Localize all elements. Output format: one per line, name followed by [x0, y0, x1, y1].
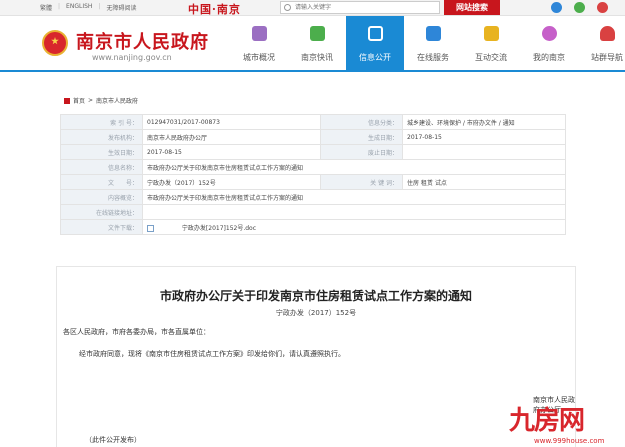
- document-pen-icon: [368, 26, 383, 41]
- nav-label: 城市概况: [243, 53, 275, 62]
- brand-china-nanjing: 中国·南京: [188, 3, 241, 16]
- effective-date-label: 生效日期：: [60, 144, 143, 160]
- table-row: 文件下载： 宁政办发[2017]152号.doc: [60, 219, 566, 235]
- breadcrumb-separator: >: [88, 97, 94, 104]
- nav-label: 站群导航: [591, 53, 623, 62]
- link-english[interactable]: ENGLISH: [66, 3, 92, 12]
- link-traditional[interactable]: 繁體: [40, 3, 52, 12]
- table-row: 在线链接地址：: [60, 204, 566, 220]
- info-name-value: 市政府办公厅关于印发南京市住房租赁试点工作方案的通知: [142, 159, 566, 175]
- mobile-app-icon[interactable]: [551, 2, 562, 13]
- news-icon: [310, 26, 325, 41]
- thumbs-up-icon: [426, 26, 441, 41]
- doc-number-label: 文 号：: [60, 174, 143, 190]
- nav-nanjing-news[interactable]: 南京快讯: [288, 16, 346, 72]
- document-title: 市政府办公厅关于印发南京市住房租赁试点工作方案的通知: [159, 289, 472, 303]
- search-button[interactable]: 网站搜索: [444, 0, 500, 15]
- site-title[interactable]: 南京市人民政府: [76, 28, 209, 54]
- doc-number-value: 宁政办发（2017）152号: [142, 174, 321, 190]
- nav-label: 在线服务: [417, 53, 449, 62]
- online-link-value: [142, 204, 566, 220]
- breadcrumb-home[interactable]: 首页: [73, 96, 85, 105]
- created-date-label: 生成日期：: [320, 129, 403, 145]
- site-url: www.nanjing.gov.cn: [92, 53, 172, 62]
- table-row: 发布机构： 南京市人民政府办公厅 生成日期： 2017-08-15: [60, 129, 566, 145]
- document-content: 市政府办公厅关于印发南京市住房租赁试点工作方案的通知 宁政办发（2017）152…: [56, 266, 576, 447]
- file-download-cell: 宁政办发[2017]152号.doc: [142, 219, 566, 235]
- breadcrumb: 首页 > 南京市人民政府: [64, 96, 138, 105]
- divider: |: [98, 3, 101, 10]
- download-icon[interactable]: [147, 224, 154, 232]
- wechat-icon[interactable]: [574, 2, 585, 13]
- file-download-link[interactable]: 宁政办发[2017]152号.doc: [182, 225, 256, 232]
- content-summary-value: 市政府办公厅关于印发南京市住房租赁试点工作方案的通知: [142, 189, 566, 205]
- divider: |: [58, 3, 61, 10]
- keywords-label: 关 键 词：: [320, 174, 403, 190]
- utility-links: 繁體 | ENGLISH | 无障碍阅读: [40, 3, 136, 12]
- table-row: 生效日期： 2017-08-15 废止日期：: [60, 144, 566, 160]
- document-info-table: 索 引 号： 012947031/2017-00873 信息分类： 城乡建设、环…: [60, 114, 566, 235]
- index-value: 012947031/2017-00873: [142, 114, 321, 130]
- document-number: 宁政办发（2017）152号: [275, 309, 357, 317]
- watermark-logo: 九房网: [509, 406, 585, 436]
- top-utility-bar: 繁體 | ENGLISH | 无障碍阅读 中国·南京 网站搜索: [0, 0, 625, 16]
- building-icon: [252, 26, 267, 41]
- expiry-date-label: 废止日期：: [320, 144, 403, 160]
- document-salutation: 各区人民政府，市府各委办局，市各直属单位：: [63, 328, 210, 336]
- index-label: 索 引 号：: [60, 114, 143, 130]
- table-row: 信息名称： 市政府办公厅关于印发南京市住房租赁试点工作方案的通知: [60, 159, 566, 175]
- table-row: 索 引 号： 012947031/2017-00873 信息分类： 城乡建设、环…: [60, 114, 566, 130]
- content-summary-label: 内容概览：: [60, 189, 143, 205]
- file-download-label: 文件下载：: [60, 219, 143, 235]
- nav-site-navigation[interactable]: 站群导航: [578, 16, 625, 72]
- link-accessibility[interactable]: 无障碍阅读: [106, 3, 136, 12]
- watermark-url: www.999house.com: [534, 437, 605, 445]
- document-footer: （此件公开发布）: [85, 436, 141, 444]
- online-link-label: 在线链接地址：: [60, 204, 143, 220]
- info-name-label: 信息名称：: [60, 159, 143, 175]
- category-label: 信息分类：: [320, 114, 403, 130]
- category-value: 城乡建设、环境保护 / 市府办文件 / 通知: [402, 114, 566, 130]
- main-nav: 城市概况 南京快讯 信息公开 在线服务 互动交流 我的南京 站群导航: [230, 16, 625, 72]
- nav-online-service[interactable]: 在线服务: [404, 16, 462, 72]
- nav-label: 南京快讯: [301, 53, 333, 62]
- home-icon: [64, 97, 70, 104]
- nav-label: 互动交流: [475, 53, 507, 62]
- flower-icon: [542, 26, 557, 41]
- keywords-value: 住房 租赁 试点: [402, 174, 566, 190]
- publisher-label: 发布机构：: [60, 129, 143, 145]
- nav-city-overview[interactable]: 城市概况: [230, 16, 288, 72]
- site-header: 南京市人民政府 www.nanjing.gov.cn 城市概况 南京快讯 信息公…: [0, 16, 625, 72]
- search-icon: [284, 4, 291, 11]
- nav-interaction[interactable]: 互动交流: [462, 16, 520, 72]
- nav-info-disclosure[interactable]: 信息公开: [346, 16, 404, 72]
- chat-icon: [484, 26, 499, 41]
- table-row: 文 号： 宁政办发（2017）152号 关 键 词： 住房 租赁 试点: [60, 174, 566, 190]
- person-icon: [600, 26, 615, 41]
- breadcrumb-current[interactable]: 南京市人民政府: [96, 96, 138, 105]
- weibo-icon[interactable]: [597, 2, 608, 13]
- search-box: [280, 1, 440, 14]
- table-row: 内容概览： 市政府办公厅关于印发南京市住房租赁试点工作方案的通知: [60, 189, 566, 205]
- search-input[interactable]: [281, 2, 439, 13]
- created-date-value: 2017-08-15: [402, 129, 566, 145]
- national-emblem-logo: [42, 30, 68, 56]
- nav-my-nanjing[interactable]: 我的南京: [520, 16, 578, 72]
- document-body: 经市政府同意，现将《南京市住房租赁试点工作方案》印发给你们，请认真遵照执行。: [79, 350, 345, 358]
- effective-date-value: 2017-08-15: [142, 144, 321, 160]
- nav-label: 信息公开: [359, 53, 391, 62]
- publisher-value: 南京市人民政府办公厅: [142, 129, 321, 145]
- nav-label: 我的南京: [533, 53, 565, 62]
- expiry-date-value: [402, 144, 566, 160]
